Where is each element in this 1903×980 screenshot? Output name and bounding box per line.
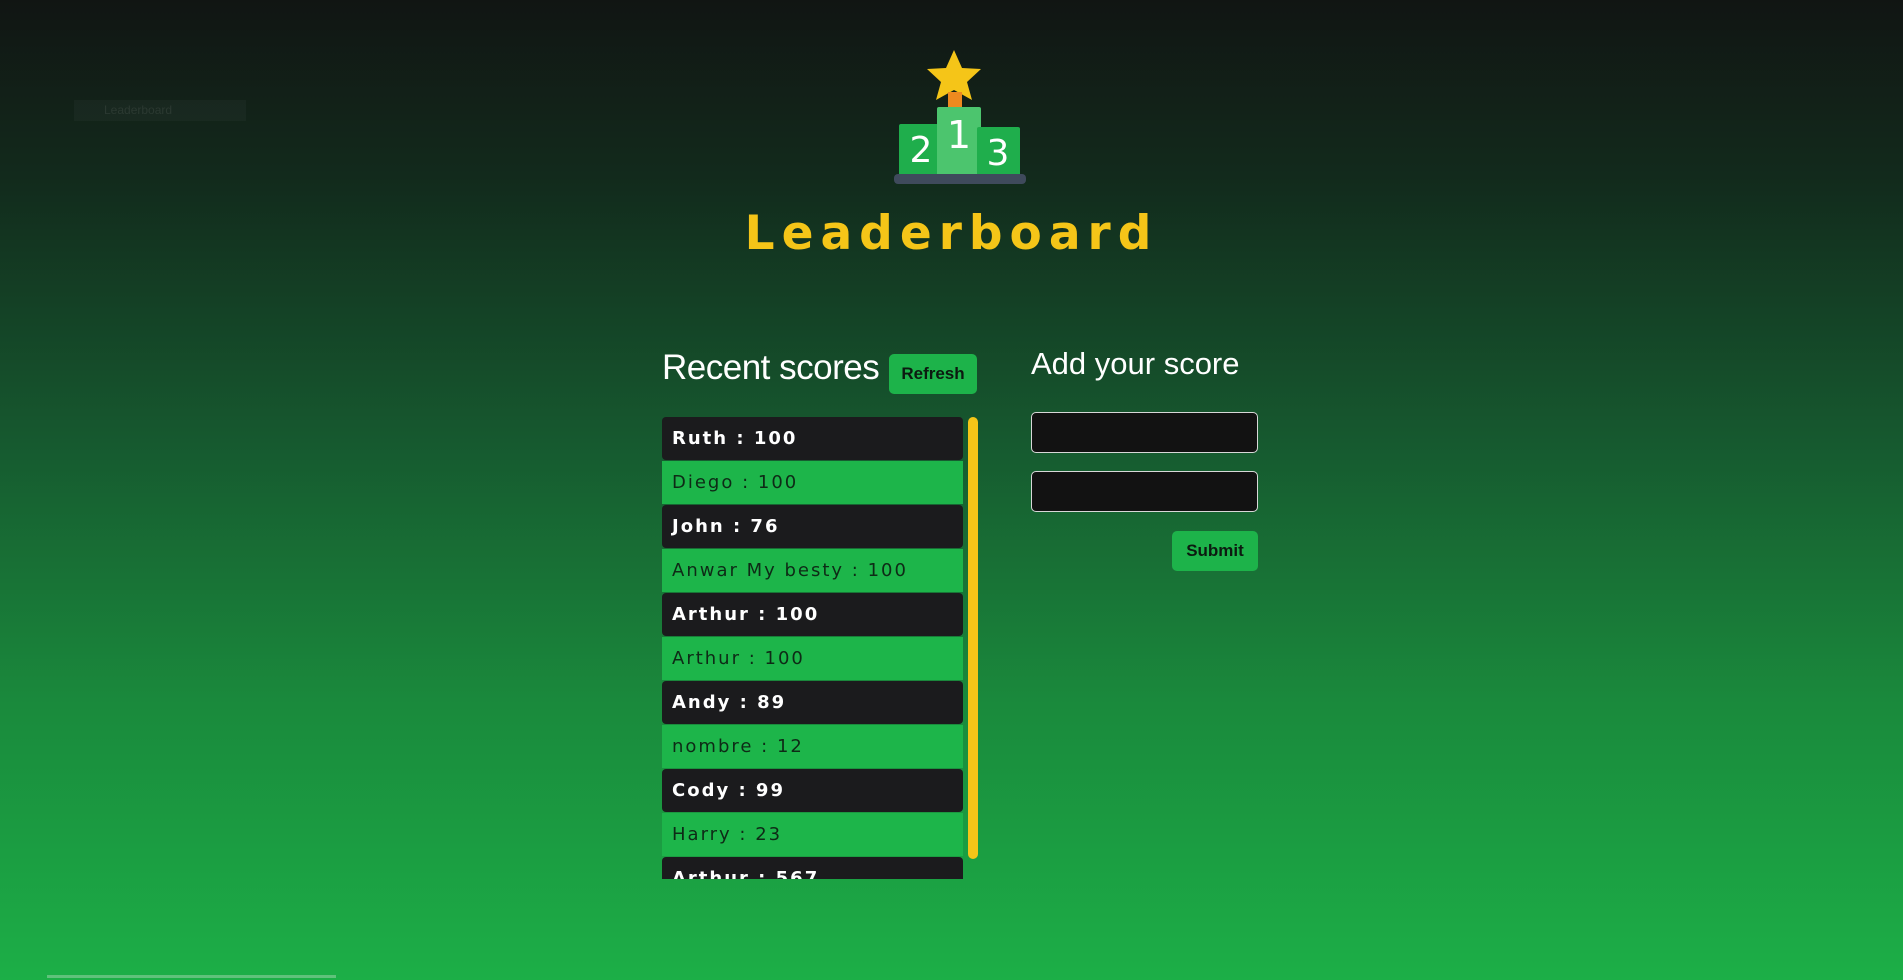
score-list-item: John : 76	[662, 505, 963, 548]
refresh-button[interactable]: Refresh	[889, 354, 977, 394]
score-list-item: Anwar My besty : 100	[662, 549, 963, 592]
score-list-item: Cody : 99	[662, 769, 963, 812]
scores-scrollbar[interactable]	[968, 417, 978, 859]
scrollbar-thumb[interactable]	[968, 417, 978, 859]
add-score-heading: Add your score	[1031, 346, 1240, 381]
podium-trophy-icon: 2 1 3	[894, 50, 1026, 184]
podium-place-1: 1	[947, 113, 971, 157]
score-list-item: Arthur : 100	[662, 593, 963, 636]
score-input[interactable]	[1031, 471, 1258, 512]
score-list-item: nombre : 12	[662, 725, 963, 768]
score-list-item: Arthur : 100	[662, 637, 963, 680]
score-list-item: Harry : 23	[662, 813, 963, 856]
submit-button[interactable]: Submit	[1172, 531, 1258, 571]
score-list-item: Arthur : 567	[662, 857, 963, 879]
score-list-item: Ruth : 100	[662, 417, 963, 460]
faint-leaderboard-tag: Leaderboard	[74, 100, 246, 121]
name-input[interactable]	[1031, 412, 1258, 453]
recent-scores-list[interactable]: Ruth : 100 Diego : 100 John : 76 Anwar My b…	[662, 417, 963, 879]
horizontal-scrollbar[interactable]	[47, 975, 336, 978]
podium-place-2: 2	[910, 130, 933, 171]
score-list-item: Andy : 89	[662, 681, 963, 724]
podium-place-3: 3	[987, 133, 1010, 174]
page-title: Leaderboard	[744, 206, 1159, 261]
recent-scores-heading: Recent scores	[662, 348, 880, 387]
score-list-item: Diego : 100	[662, 461, 963, 504]
